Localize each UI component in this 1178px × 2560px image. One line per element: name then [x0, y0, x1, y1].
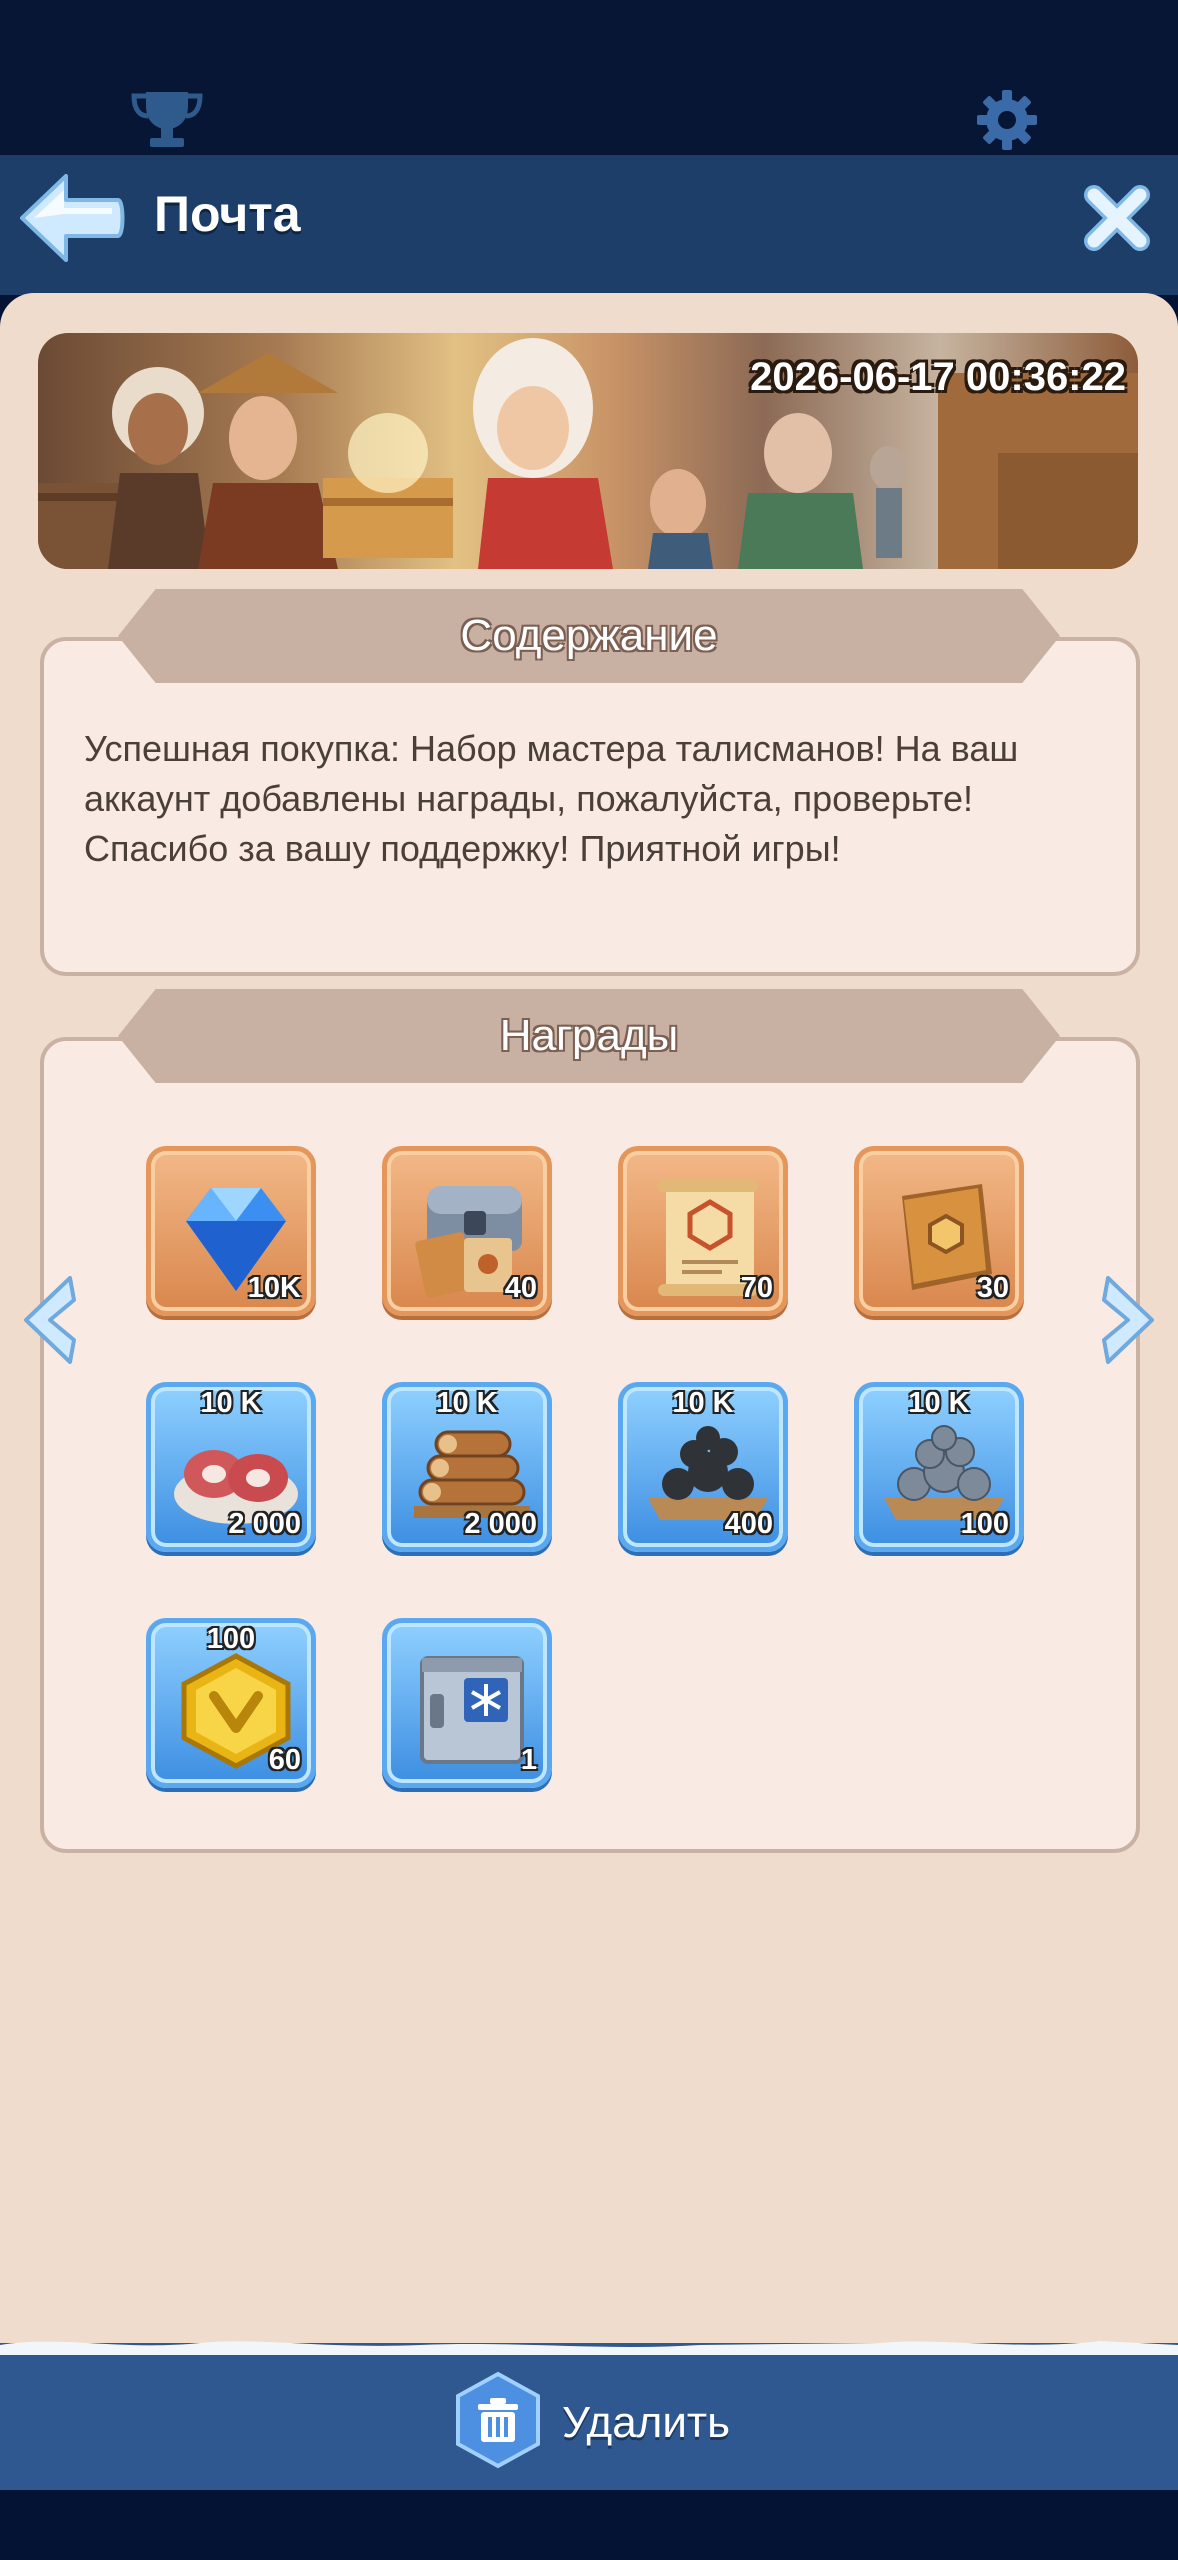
- rewards-heading: Награды: [499, 1011, 679, 1060]
- reward-tile[interactable]: 10 K 2 000: [382, 1382, 552, 1552]
- page-title: Почта: [154, 186, 301, 242]
- reward-caption: 10 K: [908, 1387, 970, 1419]
- reward-caption: 10 K: [672, 1387, 734, 1419]
- trophy-icon[interactable]: [130, 88, 204, 150]
- reward-quantity: 70: [740, 1272, 773, 1304]
- prev-arrow-icon[interactable]: [12, 1270, 82, 1370]
- mail-timestamp: 2026-06-17 00:36:22: [750, 355, 1126, 399]
- reward-caption: 10 K: [200, 1387, 262, 1419]
- reward-caption: 100: [206, 1623, 256, 1655]
- back-arrow-icon[interactable]: [14, 170, 126, 266]
- reward-tile[interactable]: 10 K 100: [854, 1382, 1024, 1552]
- content-heading: Содержание: [460, 611, 718, 660]
- reward-tile[interactable]: 10 K 400: [618, 1382, 788, 1552]
- reward-quantity: 2 000: [464, 1508, 537, 1540]
- reward-quantity: 400: [724, 1508, 773, 1540]
- reward-quantity: 60: [268, 1744, 301, 1776]
- reward-tile[interactable]: 10K: [146, 1146, 316, 1316]
- close-icon[interactable]: [1082, 183, 1152, 253]
- reward-quantity: 2 000: [228, 1508, 301, 1540]
- reward-tile[interactable]: 1: [382, 1618, 552, 1788]
- mail-message-text: Успешная покупка: Набор мастера талисман…: [84, 728, 1019, 869]
- reward-tile[interactable]: 70: [618, 1146, 788, 1316]
- next-arrow-icon[interactable]: [1096, 1270, 1166, 1370]
- reward-caption: 10 K: [436, 1387, 498, 1419]
- nav-footer: [0, 2490, 1178, 2560]
- delete-button[interactable]: Удалить: [562, 2398, 730, 2448]
- reward-tile[interactable]: 10 K 2 000: [146, 1382, 316, 1552]
- reward-quantity: 10K: [247, 1272, 301, 1304]
- snow-decoration: [0, 2335, 1178, 2363]
- reward-tile[interactable]: 40: [382, 1146, 552, 1316]
- reward-quantity: 1: [520, 1744, 537, 1776]
- reward-quantity: 30: [976, 1272, 1009, 1304]
- reward-tile[interactable]: 30: [854, 1146, 1024, 1316]
- trash-icon[interactable]: [448, 2370, 548, 2470]
- reward-quantity: 100: [960, 1508, 1009, 1540]
- reward-quantity: 40: [504, 1272, 537, 1304]
- reward-tile[interactable]: 100 60: [146, 1618, 316, 1788]
- gear-icon[interactable]: [975, 88, 1039, 152]
